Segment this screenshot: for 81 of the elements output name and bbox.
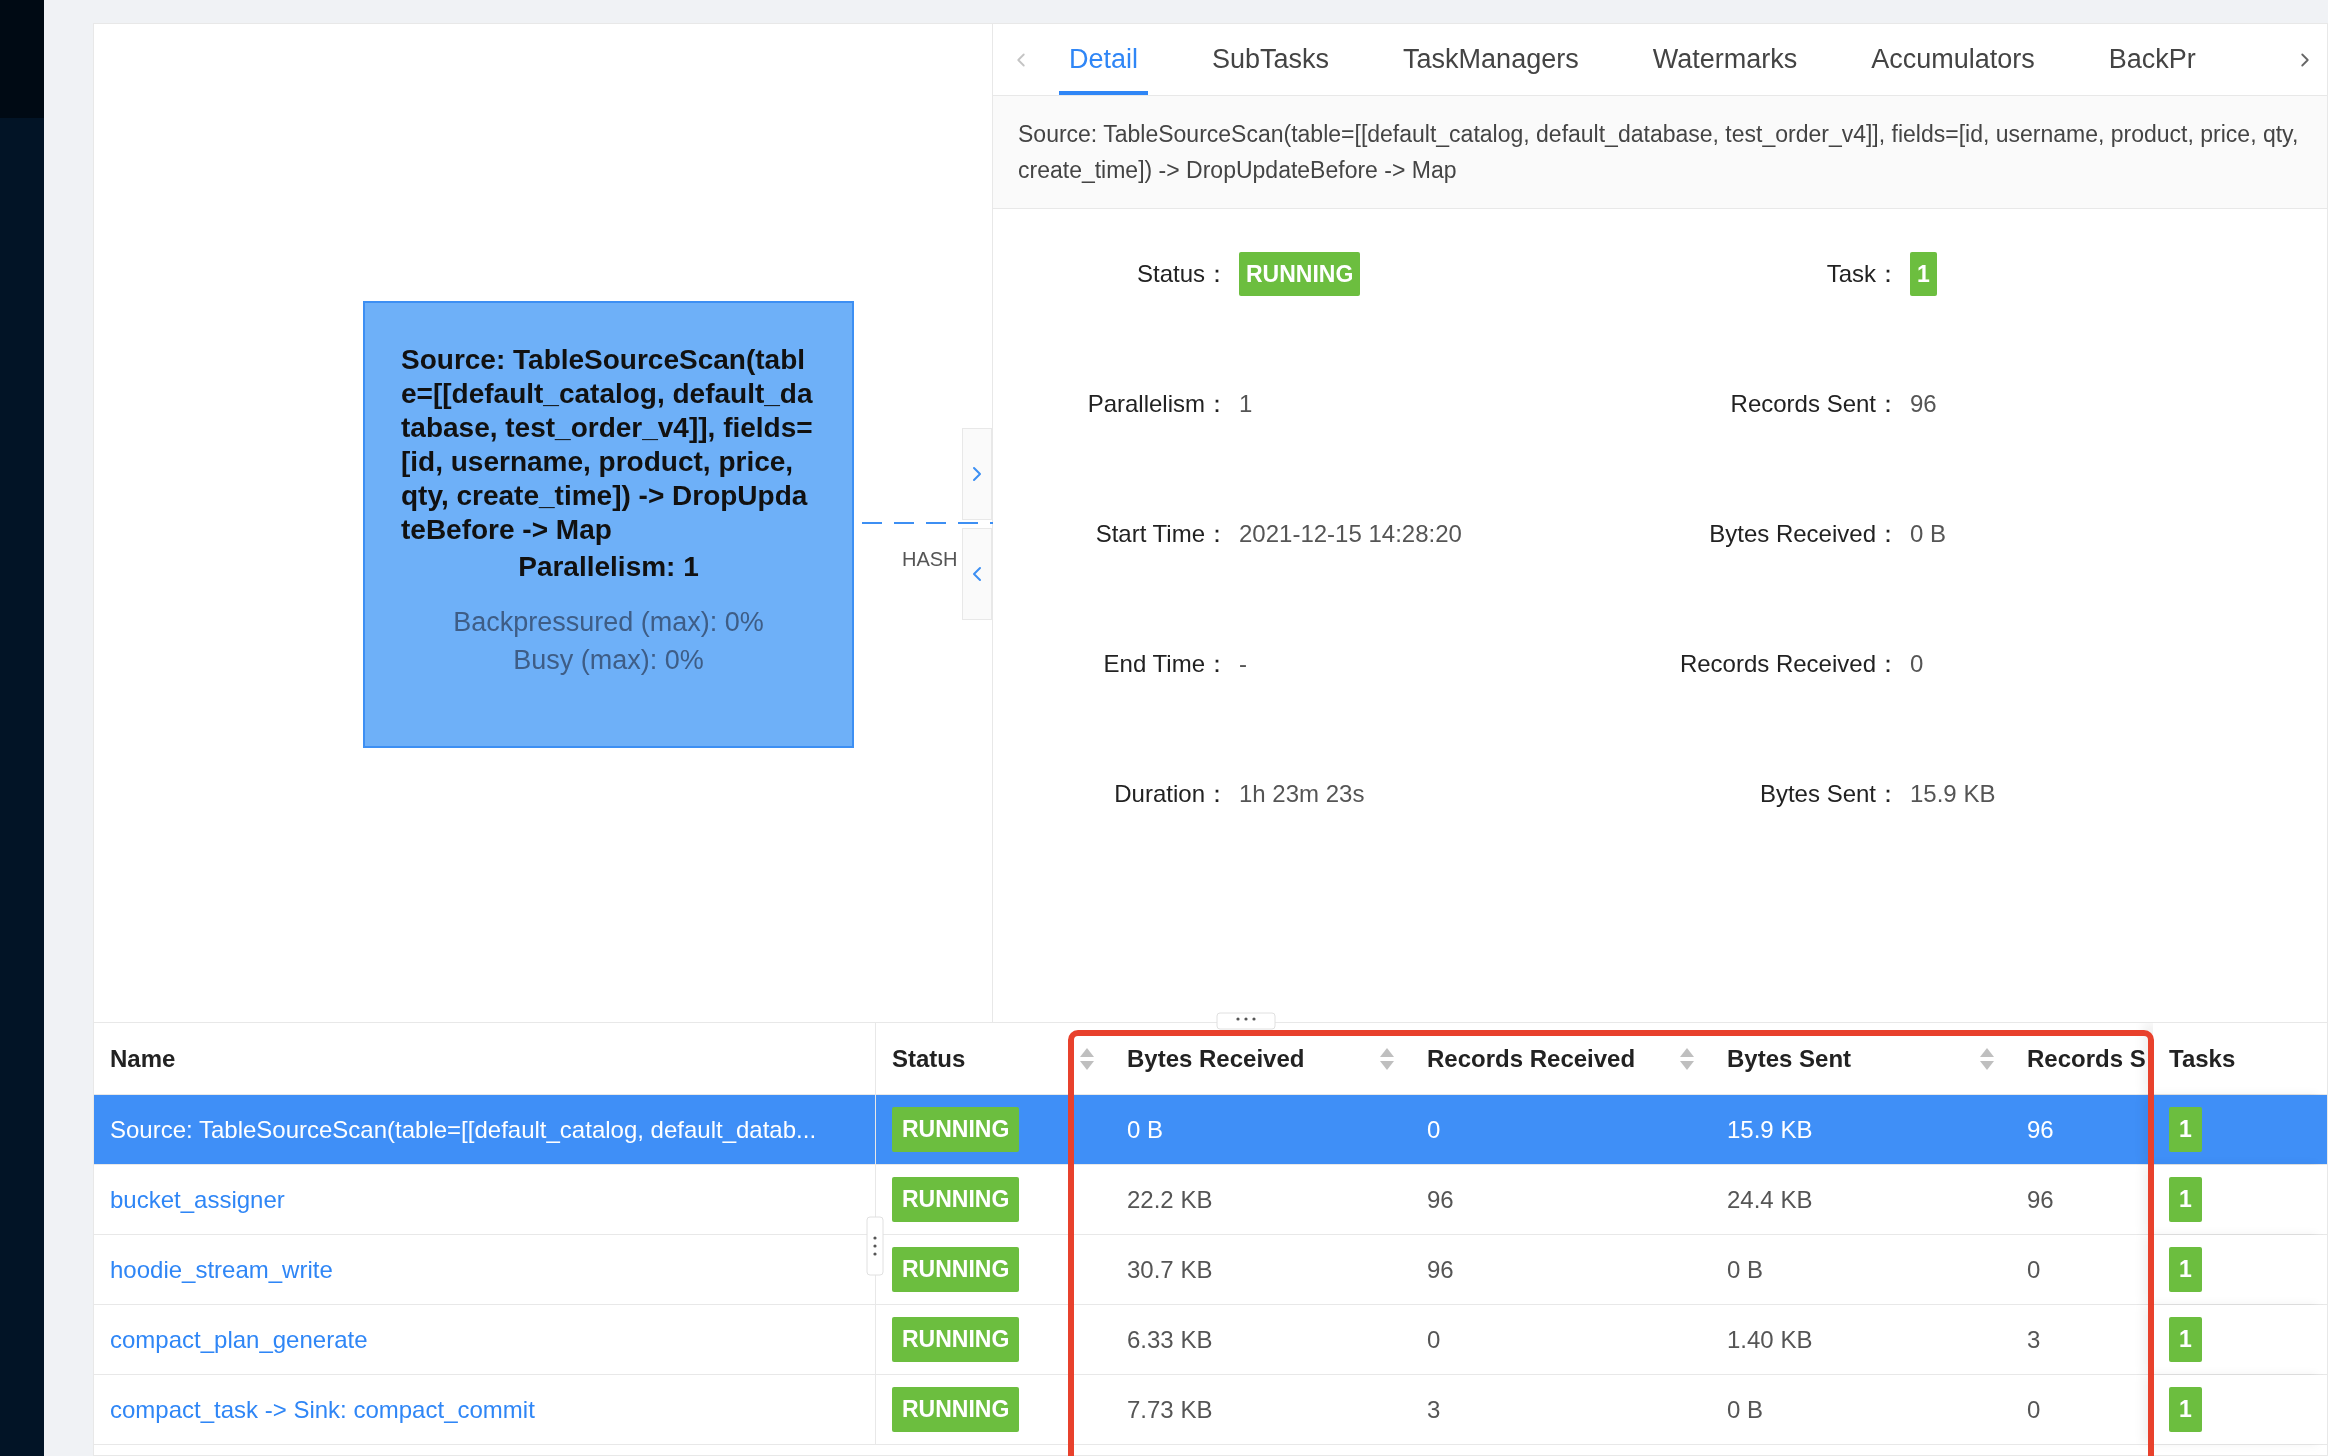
table-cell-text: 96 [1427, 1254, 1454, 1285]
detail-value: 1h 23m 23s [1239, 779, 1365, 809]
status-tag: RUNNING [892, 1247, 1020, 1292]
tab[interactable]: SubTasks [1202, 24, 1340, 95]
status-tag: RUNNING [892, 1107, 1020, 1152]
table-cell-text: 15.9 KB [1727, 1114, 1813, 1145]
status-tag: 1 [2169, 1107, 2202, 1152]
detail-value: 1 [1239, 389, 1253, 419]
status-tag: 1 [1910, 251, 1937, 297]
status-tag: RUNNING [892, 1387, 1020, 1432]
table-cell-text: 96 [2027, 1184, 2054, 1215]
table-cell-text: 96 [1427, 1184, 1454, 1215]
detail-label: Duration： [1113, 779, 1229, 809]
detail-value: 0 [1910, 649, 1924, 679]
detail-value: - [1239, 649, 1247, 679]
column-header: Name [110, 1043, 176, 1074]
detail-label: Start Time： [1094, 519, 1229, 549]
status-tag: RUNNING [892, 1317, 1020, 1362]
node-busy: Busy (max): 0% [513, 644, 704, 677]
detail-label: Task： [1825, 259, 1900, 289]
status-tag: RUNNING [1239, 251, 1361, 297]
detail-label: Bytes Received： [1708, 519, 1900, 549]
column-header: Records Received [1427, 1043, 1636, 1074]
table-row[interactable]: compact_plan_generate RUNNING 6.33 KB 0 1.40 KB 3 1 [94, 1305, 2327, 1375]
collapse-button[interactable] [962, 528, 992, 620]
status-tag: 1 [2169, 1317, 2202, 1362]
tab[interactable]: Watermarks [1642, 24, 1808, 95]
operator-link[interactable]: bucket_assigner [110, 1181, 285, 1218]
operator-link[interactable]: hoodie_stream_write [110, 1251, 333, 1288]
detail-label: Bytes Sent： [1758, 779, 1900, 809]
operator-link[interactable]: compact_task -> Sink: compact_commit [110, 1391, 535, 1428]
table-cell-text: 0 [1427, 1324, 1441, 1355]
table-cell-text: 3 [2027, 1324, 2041, 1355]
resize-handle-icon[interactable] [866, 1216, 884, 1276]
table-cell-text: 0 [1427, 1114, 1441, 1145]
status-tag: 1 [2169, 1387, 2202, 1432]
status-tag: 1 [2169, 1177, 2202, 1222]
detail-value: 2021-12-15 14:28:20 [1239, 519, 1462, 549]
table-cell-text: 0 B [1727, 1394, 1764, 1425]
table-cell-text: 30.7 KB [1127, 1254, 1213, 1285]
table-cell-text: 7.73 KB [1127, 1394, 1213, 1425]
detail-label: Parallelism： [1086, 389, 1229, 419]
table-row[interactable]: compact_task -> Sink: compact_commit RUNNING 7.73 KB 3 0 B 0 1 [94, 1375, 2327, 1445]
column-header: Bytes Received [1127, 1043, 1305, 1074]
table-cell-text: 6.33 KB [1127, 1324, 1213, 1355]
tab[interactable]: TaskManagers [1393, 24, 1589, 95]
detail-label: End Time： [1102, 649, 1229, 679]
table-cell-text: 0 [2027, 1394, 2041, 1425]
node-parallelism: Parallelism: 1 [518, 550, 699, 584]
table-cell-text: 22.2 KB [1127, 1184, 1213, 1215]
table-cell-text: 0 [2027, 1254, 2041, 1285]
column-header: Records S [2027, 1043, 2146, 1074]
column-header: Tasks [2169, 1043, 2236, 1074]
graph-node[interactable] [363, 301, 854, 748]
column-header: Bytes Sent [1727, 1043, 1852, 1074]
table-cell-text: 24.4 KB [1727, 1184, 1813, 1215]
detail-label: Records Sent： [1729, 389, 1900, 419]
detail-label: Status： [1135, 259, 1229, 289]
table-row[interactable]: hoodie_stream_write RUNNING 30.7 KB 96 0 B 0 1 [94, 1235, 2327, 1305]
tab[interactable]: Accumulators [1861, 24, 2045, 95]
table-cell-text: 3 [1427, 1394, 1441, 1425]
detail-label: Records Received： [1678, 649, 1900, 679]
status-tag: RUNNING [892, 1177, 1020, 1222]
table-cell-text: 96 [2027, 1114, 2054, 1145]
table-row[interactable]: bucket_assigner RUNNING 22.2 KB 96 24.4 KB 96 1 [94, 1165, 2327, 1235]
resize-handle-icon[interactable] [1216, 1012, 1276, 1030]
detail-value: 96 [1910, 389, 1937, 419]
node-title: Source: TableSourceScan(table=[[default_catalog, default_database, test_order_v4]], fields=[id, username, product, price, qty, create_time]) -> DropUpdateBefore -> Map [401, 343, 814, 547]
edge-label: HASH [902, 547, 958, 572]
table-cell-text: 0 B [1727, 1254, 1764, 1285]
tab[interactable]: BackPr [2098, 24, 2206, 95]
table-cell-text: 0 B [1127, 1114, 1164, 1145]
expand-button[interactable] [962, 428, 992, 520]
status-tag: 1 [2169, 1247, 2202, 1292]
operator-link[interactable]: compact_plan_generate [110, 1321, 368, 1358]
detail-value: 15.9 KB [1910, 779, 1996, 809]
detail-value: 0 B [1910, 519, 1947, 549]
table-cell-text: 1.40 KB [1727, 1324, 1813, 1355]
column-header: Status [892, 1043, 966, 1074]
node-backpressured: Backpressured (max): 0% [453, 606, 764, 639]
operator-description: Source: TableSourceScan(table=[[default_catalog, default_database, test_order_v4]], fields=[id, username, product, price, qty, create_time]) -> DropUpdateBefore -> Map [993, 96, 2327, 209]
